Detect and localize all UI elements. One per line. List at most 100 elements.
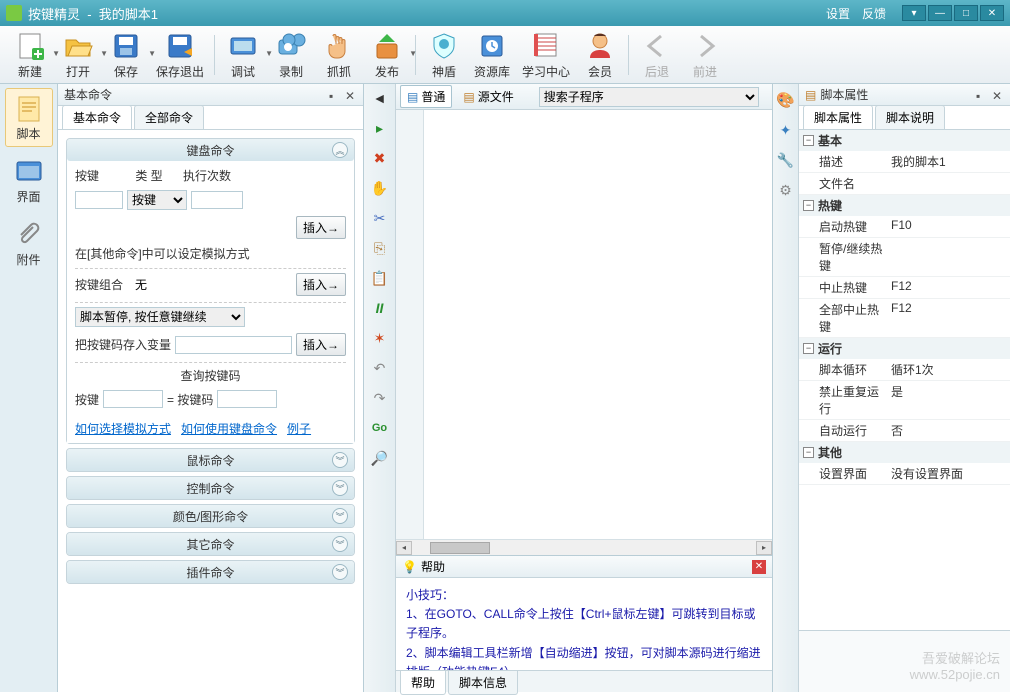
mouse-section[interactable]: 鼠标命令︾ <box>66 448 355 472</box>
wrench-icon[interactable]: 🔧 <box>775 150 797 170</box>
redo-icon[interactable]: ↷ <box>369 388 391 408</box>
type-select[interactable]: 按键 <box>127 190 187 210</box>
learn-button[interactable]: 学习中心 <box>516 28 576 82</box>
pause-select[interactable]: 脚本暂停, 按任意键继续 <box>75 307 245 327</box>
insert-var-button[interactable]: 插入→ <box>296 333 346 356</box>
prop-row[interactable]: 禁止重复运行是 <box>799 381 1010 420</box>
record-button[interactable]: 录制 <box>267 28 315 82</box>
copy-icon[interactable]: ⎘ <box>369 238 391 258</box>
close-button[interactable]: ✕ <box>980 5 1004 21</box>
play-icon[interactable]: ▸ <box>369 118 391 138</box>
minimize-button[interactable]: — <box>928 5 952 21</box>
publish-icon <box>371 30 403 62</box>
key-input[interactable] <box>75 191 123 209</box>
extra-window-button[interactable]: ▾ <box>902 5 926 21</box>
shield-button[interactable]: 神盾 <box>420 28 468 82</box>
view-source-button[interactable]: ▤ 源文件 <box>456 85 520 108</box>
count-input[interactable] <box>191 191 243 209</box>
prop-row[interactable]: 脚本循环循环1次 <box>799 359 1010 381</box>
indent-icon[interactable]: II <box>369 298 391 318</box>
gear-icon[interactable]: ⚙ <box>775 180 797 200</box>
open-button[interactable]: 打开▼ <box>54 28 102 82</box>
grab-button[interactable]: 抓抓 <box>315 28 363 82</box>
tab-all-commands[interactable]: 全部命令 <box>134 105 204 129</box>
settings-link[interactable]: 设置 <box>826 5 850 22</box>
tab-script-info[interactable]: 脚本信息 <box>448 671 518 695</box>
link-sim-mode[interactable]: 如何选择模拟方式 <box>75 420 171 437</box>
hand-icon[interactable]: ✋ <box>369 178 391 198</box>
resource-icon <box>476 30 508 62</box>
prop-row[interactable]: 设置界面没有设置界面 <box>799 463 1010 485</box>
insert-key-button[interactable]: 插入→ <box>296 216 346 239</box>
code-editor[interactable] <box>396 110 772 539</box>
plugin-section[interactable]: 插件命令︾ <box>66 560 355 584</box>
left-rail: 脚本 界面 附件 <box>0 84 58 692</box>
rail-ui[interactable]: 界面 <box>5 151 53 210</box>
prop-row[interactable]: 全部中止热键F12 <box>799 299 1010 338</box>
keyboard-section: 键盘命令 ︽ 按键 类 型 执行次数 按键 插入→ <box>66 138 355 444</box>
close-icon[interactable]: ✕ <box>992 89 1004 101</box>
forward-button[interactable]: 前进 <box>681 28 729 82</box>
maximize-button[interactable]: □ <box>954 5 978 21</box>
query-key-input[interactable] <box>103 390 163 408</box>
member-icon <box>584 30 616 62</box>
debug-button[interactable]: 调试▼ <box>219 28 267 82</box>
color-section[interactable]: 颜色/图形命令︾ <box>66 504 355 528</box>
paste-icon[interactable]: 📋 <box>369 268 391 288</box>
prop-row[interactable]: 自动运行否 <box>799 420 1010 442</box>
undo-icon[interactable]: ↶ <box>369 358 391 378</box>
link-example[interactable]: 例子 <box>287 420 311 437</box>
insert-combo-button[interactable]: 插入→ <box>296 273 346 296</box>
search-subroutine-select[interactable]: 搜索子程序 <box>539 87 759 107</box>
wand-icon[interactable]: ✦ <box>775 120 797 140</box>
pin-icon[interactable]: ▪ <box>329 89 341 101</box>
palette-icon[interactable]: 🎨 <box>775 90 797 110</box>
var-input[interactable] <box>175 336 292 354</box>
resource-button[interactable]: 资源库 <box>468 28 516 82</box>
cut-icon[interactable]: ✂ <box>369 208 391 228</box>
delete-icon[interactable]: ✖ <box>369 148 391 168</box>
prop-row[interactable]: 中止热键F12 <box>799 277 1010 299</box>
view-normal-button[interactable]: ▤ 普通 <box>400 85 452 108</box>
open-icon <box>62 30 94 62</box>
check-icon[interactable]: ✶ <box>369 328 391 348</box>
query-code-input[interactable] <box>217 390 277 408</box>
normal-icon: ▤ <box>407 90 418 104</box>
horizontal-scrollbar[interactable]: ◂▸ <box>396 539 772 555</box>
chevron-down-icon[interactable]: ▼ <box>409 49 417 58</box>
control-section[interactable]: 控制命令︾ <box>66 476 355 500</box>
group-hotkey[interactable]: −热键 <box>799 195 1010 216</box>
prop-row[interactable]: 启动热键F10 <box>799 216 1010 238</box>
group-run[interactable]: −运行 <box>799 338 1010 359</box>
keyboard-section-header[interactable]: 键盘命令 ︽ <box>67 139 354 161</box>
close-icon[interactable]: ✕ <box>345 89 357 101</box>
link-keyboard-cmd[interactable]: 如何使用键盘命令 <box>181 420 277 437</box>
prop-row[interactable]: 描述我的脚本1 <box>799 151 1010 173</box>
pointer-icon[interactable]: ◄ <box>369 88 391 108</box>
ui-icon <box>13 156 45 188</box>
prop-row[interactable]: 暂停/继续热键 <box>799 238 1010 277</box>
tab-script-desc[interactable]: 脚本说明 <box>875 105 945 129</box>
group-basic[interactable]: −基本 <box>799 130 1010 151</box>
other-section[interactable]: 其它命令︾ <box>66 532 355 556</box>
rail-attach[interactable]: 附件 <box>5 214 53 273</box>
find-icon[interactable]: 🔎 <box>369 448 391 468</box>
tab-script-attr[interactable]: 脚本属性 <box>803 105 873 129</box>
goto-icon[interactable]: Go <box>369 418 391 438</box>
prop-row[interactable]: 文件名 <box>799 173 1010 195</box>
help-close-button[interactable]: ✕ <box>752 560 766 574</box>
pin-icon[interactable]: ▪ <box>976 89 988 101</box>
back-button[interactable]: 后退 <box>633 28 681 82</box>
new-button[interactable]: 新建▼ <box>6 28 54 82</box>
learn-icon <box>530 30 562 62</box>
save-button[interactable]: 保存▼ <box>102 28 150 82</box>
feedback-link[interactable]: 反馈 <box>862 5 886 22</box>
save-exit-button[interactable]: 保存退出 <box>150 28 210 82</box>
tab-help[interactable]: 帮助 <box>400 671 446 695</box>
member-button[interactable]: 会员 <box>576 28 624 82</box>
publish-button[interactable]: 发布▼ <box>363 28 411 82</box>
help-panel: 💡 帮助 ✕ 小技巧： 1、在GOTO、CALL命令上按住【Ctrl+鼠标左键】… <box>396 555 772 692</box>
group-other[interactable]: −其他 <box>799 442 1010 463</box>
tab-basic-commands[interactable]: 基本命令 <box>62 105 132 129</box>
rail-script[interactable]: 脚本 <box>5 88 53 147</box>
